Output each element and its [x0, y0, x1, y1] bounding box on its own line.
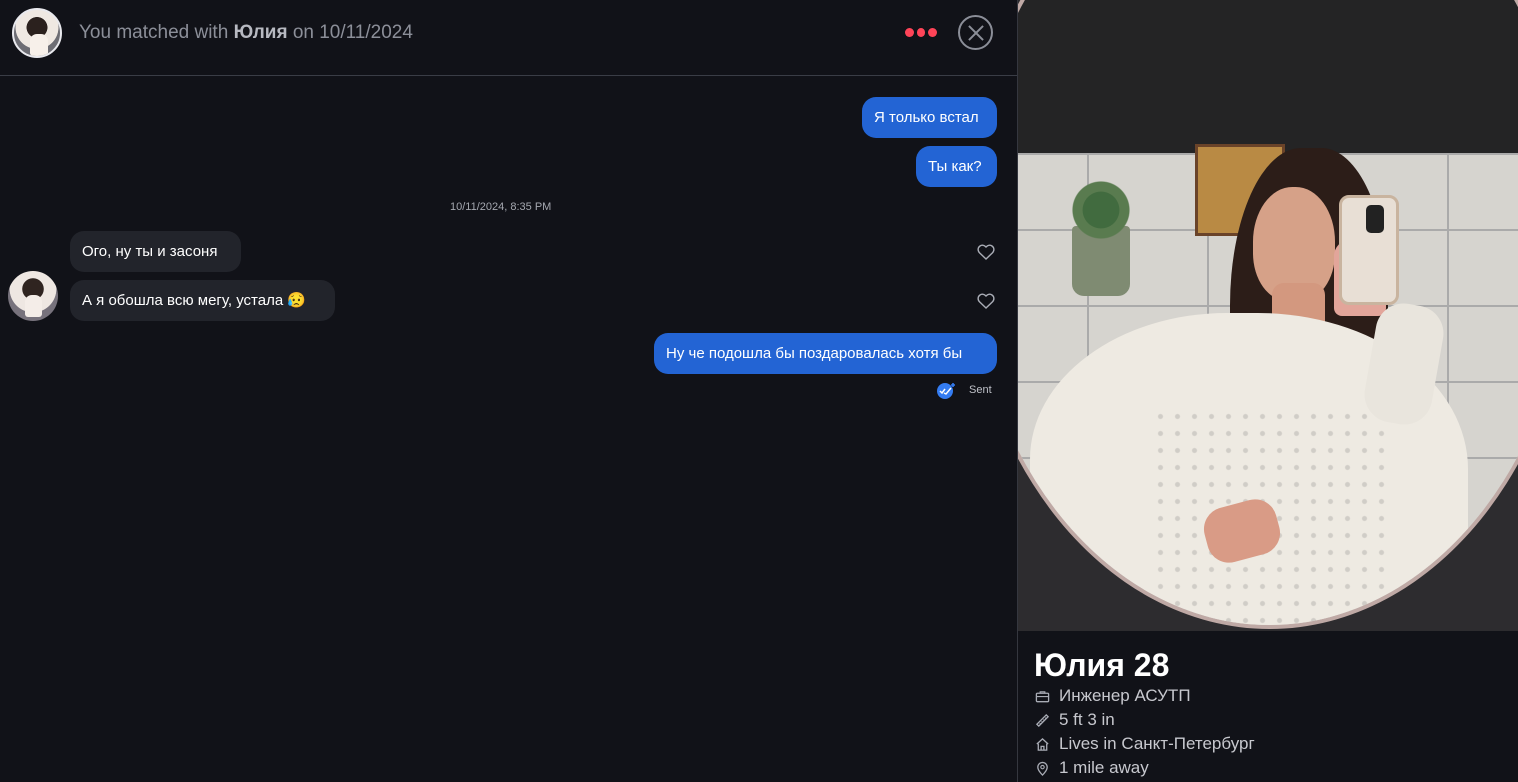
message-bubble[interactable]: А я обошла всю мегу, устала 😥 [70, 280, 335, 321]
profile-detail-text: 5 ft 3 in [1059, 710, 1115, 729]
home-icon [1036, 737, 1049, 751]
message-bubble[interactable]: Ого, ну ты и засоня [70, 231, 241, 272]
chat-header: You matched with Юлия on 10/11/2024 [0, 0, 1017, 76]
more-options-button[interactable] [905, 28, 938, 38]
location-pin-icon [1037, 761, 1048, 776]
more-dot-icon [905, 28, 914, 37]
profile-detail-height: 5 ft 3 in [1034, 708, 1504, 732]
dark-wall [1018, 0, 1518, 153]
mirror-photo [1018, 0, 1518, 629]
profile-title: Юлия 28 [1034, 646, 1504, 684]
close-icon[interactable] [958, 15, 993, 50]
match-date: on 10/11/2024 [292, 22, 413, 43]
profile-detail-text: 1 mile away [1059, 758, 1149, 777]
message-bubble[interactable]: Ну че подошла бы поздаровалась хотя бы [654, 333, 997, 374]
message-bubble[interactable]: Ты как? [916, 146, 997, 187]
sent-status-label: Sent [969, 384, 992, 396]
chat-panel: You matched with Юлия on 10/11/2024 Я то… [0, 0, 1017, 782]
message-timestamp: 10/11/2024, 8:35 PM [450, 201, 552, 213]
more-dot-icon [916, 28, 926, 37]
profile-name: Юлия [1034, 647, 1125, 683]
profile-age: 28 [1133, 647, 1170, 683]
more-dot-icon [928, 28, 938, 37]
message-status: Sent [936, 381, 996, 399]
match-prefix: You matched with [79, 22, 229, 43]
profile-panel: Юлия 28 Инженер АСУТП 5 ft 3 in Lives in… [1017, 0, 1518, 782]
profile-photo[interactable] [1018, 0, 1518, 631]
profile-detail-location: Lives in Санкт-Петербург [1034, 732, 1504, 756]
profile-detail-distance: 1 mile away [1034, 756, 1504, 780]
tinder-chat-window: You matched with Юлия on 10/11/2024 Я то… [0, 0, 1518, 782]
profile-info: Юлия 28 Инженер АСУТП 5 ft 3 in Lives in… [1034, 646, 1504, 782]
plant-pot [1058, 181, 1144, 296]
phone [1339, 195, 1399, 305]
heart-icon [977, 293, 995, 309]
match-name: Юлия [233, 22, 288, 43]
heart-icon [977, 244, 995, 260]
ruler-icon [1035, 713, 1050, 728]
like-message-button[interactable] [976, 291, 996, 311]
match-message-avatar[interactable] [8, 271, 58, 321]
briefcase-icon [1035, 691, 1050, 703]
profile-detail-text: Lives in Санкт-Петербург [1059, 734, 1255, 753]
sent-check-icon [937, 383, 955, 399]
like-message-button[interactable] [976, 242, 996, 262]
profile-detail-text: Инженер АСУТП [1059, 686, 1191, 705]
message-bubble[interactable]: Я только встал [862, 97, 997, 138]
match-info: You matched with Юлия on 10/11/2024 [79, 21, 413, 45]
profile-detail-job: Инженер АСУТП [1034, 684, 1504, 708]
match-avatar[interactable] [12, 8, 62, 58]
